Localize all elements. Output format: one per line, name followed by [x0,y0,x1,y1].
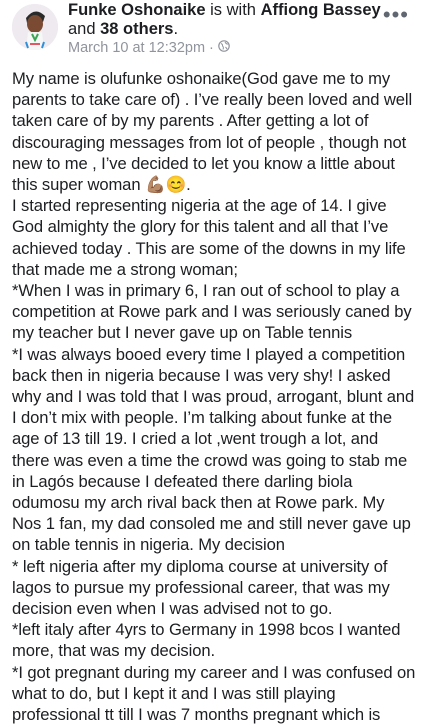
end-punct: . [173,20,179,38]
avatar[interactable] [12,4,58,50]
post-paragraph: * left nigeria after my diploma course a… [12,556,390,619]
is-with-text: is with [210,1,256,19]
more-options-icon[interactable]: ••• [383,2,409,28]
post-paragraph: My name is olufunke oshonaike(God gave m… [12,69,413,195]
post-meta: March 10 at 12:32pm · [68,40,230,56]
globe-icon [218,40,230,56]
post-paragraph: *I was always booed every time I played … [12,344,415,555]
and-text: and [68,20,96,38]
post-body: My name is olufunke oshonaike(God gave m… [12,68,416,725]
tagged-friend[interactable]: Affiong Bassey [261,1,381,19]
post-paragraph: *I got pregnant during my career and I w… [12,662,416,725]
author-name[interactable]: Funke Oshonaike [68,1,206,19]
meta-separator: · [209,40,214,56]
timestamp[interactable]: March 10 at 12:32pm [68,40,205,56]
post-paragraph: *When I was in primary 6, I ran out of s… [12,281,412,343]
post-paragraph: *left italy after 4yrs to Germany in 199… [12,620,401,661]
profile-photo [12,4,58,50]
others-link[interactable]: 38 others [100,20,173,38]
post-paragraph: I started representing nigeria at the ag… [12,196,406,279]
post-header: Funke Oshonaike is with Affiong Bassey a… [0,0,421,66]
post-author-line: Funke Oshonaike is with Affiong Bassey a… [68,1,388,39]
